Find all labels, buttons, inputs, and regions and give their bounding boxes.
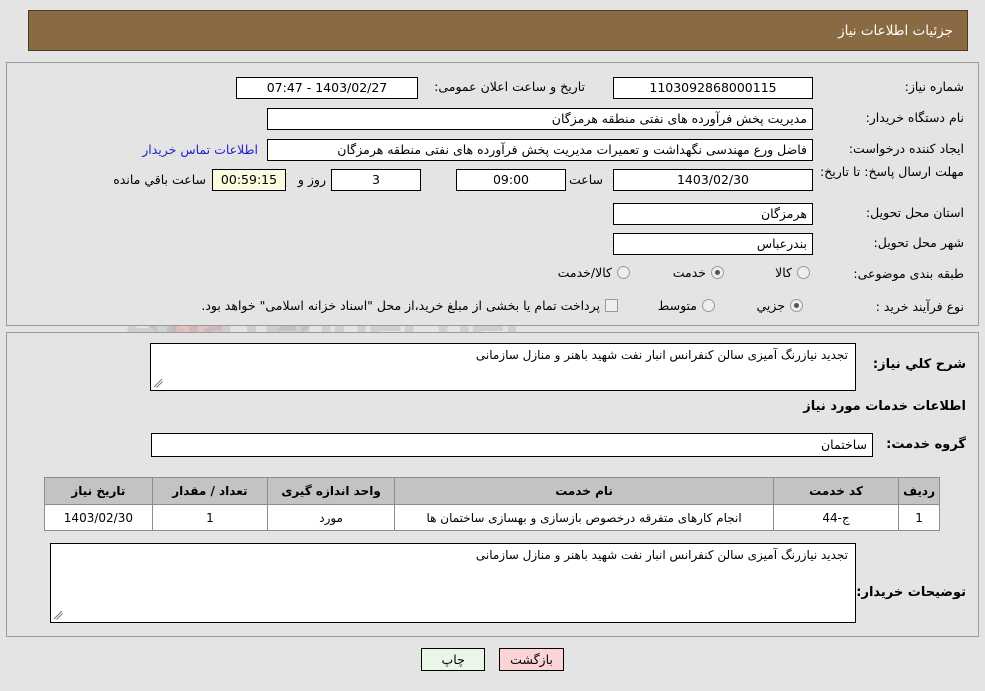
treasury-bond-checkbox-wrap[interactable]: پرداخت تمام یا بخشی از مبلغ خرید،از محل … xyxy=(201,298,618,313)
process-radio-jozee[interactable] xyxy=(790,299,803,312)
buyer-notes-textarea[interactable]: تجدید نیازرنگ آمیزی سالن کنفرانس انبار ن… xyxy=(50,543,856,623)
requester-label: ایجاد کننده درخواست: xyxy=(848,141,964,156)
service-group-value: ساختمان xyxy=(151,433,873,457)
buyer-org-row: نام دستگاه خریدار: xyxy=(866,110,964,125)
category-option-kala-khedmat[interactable]: کالا/خدمت xyxy=(558,265,630,280)
deadline-days-value: 3 xyxy=(331,169,421,191)
category-option-kala-label: کالا xyxy=(775,265,792,280)
services-table: ردیف کد خدمت نام خدمت واحد اندازه گیری ت… xyxy=(44,477,940,531)
cell-unit: مورد xyxy=(267,504,396,531)
category-radio-khedmat[interactable] xyxy=(711,266,724,279)
buyer-notes-label: توضیحات خریدار: xyxy=(856,585,966,600)
category-option-khedmat-label: خدمت xyxy=(672,265,706,280)
need-number-label: شماره نیاز: xyxy=(904,79,964,94)
process-option-jozee[interactable]: جزیي xyxy=(756,298,803,313)
category-radio-kala-khedmat[interactable] xyxy=(617,266,630,279)
city-row: شهر محل تحویل: xyxy=(874,235,964,250)
need-summary-value: تجدید نیازرنگ آمیزی سالن کنفرانس انبار ن… xyxy=(475,348,848,362)
table-row: 1 ج-44 انجام کارهای متفرقه درخصوص بازساز… xyxy=(44,504,940,531)
table-header-row: ردیف کد خدمت نام خدمت واحد اندازه گیری ت… xyxy=(44,477,940,505)
need-number-value: 1103092868000115 xyxy=(613,77,813,99)
page-title-bar: جزئیات اطلاعات نیاز xyxy=(28,10,968,51)
requester-value: فاضل ورع مهندسی نگهداشت و تعمیرات مدیریت… xyxy=(267,139,813,161)
buyer-org-label: نام دستگاه خریدار: xyxy=(865,110,964,125)
cell-date: 1403/02/30 xyxy=(44,504,153,531)
treasury-bond-checkbox[interactable] xyxy=(605,299,618,312)
buyer-org-value: مدیریت پخش فرآورده های نفتی منطقه هرمزگا… xyxy=(267,108,813,130)
resize-grip-icon-2[interactable] xyxy=(53,611,63,621)
deadline-countdown-label: ساعت باقي مانده xyxy=(113,172,206,187)
resize-grip-icon[interactable] xyxy=(153,379,163,389)
deadline-date-value: 1403/02/30 xyxy=(613,169,813,191)
print-button[interactable]: چاپ xyxy=(421,648,486,671)
col-code: کد خدمت xyxy=(772,477,900,505)
buyer-notes-value: تجدید نیازرنگ آمیزی سالن کنفرانس انبار ن… xyxy=(475,548,848,562)
process-option-motavasset[interactable]: متوسط xyxy=(658,298,715,313)
deadline-countdown-value: 00:59:15 xyxy=(212,169,286,191)
process-option-jozee-label: جزیي xyxy=(756,298,785,313)
announce-datetime-value: 1403/02/27 - 07:47 xyxy=(236,77,418,99)
deadline-days-label: روز و xyxy=(297,172,326,187)
city-value: بندرعباس xyxy=(613,233,813,255)
need-number-row: شماره نیاز: xyxy=(905,79,964,94)
process-option-motavasset-label: متوسط xyxy=(657,298,697,313)
category-radio-kala[interactable] xyxy=(797,266,810,279)
treasury-bond-label: پرداخت تمام یا بخشی از مبلغ خرید،از محل … xyxy=(201,298,600,313)
col-date: تاریخ نیاز xyxy=(44,477,153,505)
need-summary-textarea[interactable]: تجدید نیازرنگ آمیزی سالن کنفرانس انبار ن… xyxy=(150,343,856,391)
col-unit: واحد اندازه گیری xyxy=(267,477,396,505)
services-heading: اطلاعات خدمات مورد نیاز xyxy=(803,399,966,414)
page-root: جزئیات اطلاعات نیاز AriaTender.net شماره… xyxy=(0,0,985,691)
category-option-khedmat[interactable]: خدمت xyxy=(673,265,724,280)
cell-radif: 1 xyxy=(898,504,940,531)
col-qty: تعداد / مقدار xyxy=(151,477,269,505)
city-label: شهر محل تحویل: xyxy=(873,235,964,250)
deadline-time-label: ساعت xyxy=(568,172,603,187)
need-info-panel: شماره نیاز: 1103092868000115 تاریخ و ساع… xyxy=(6,62,979,326)
action-buttons: بازگشت چاپ xyxy=(0,648,985,671)
province-row: استان محل تحویل: xyxy=(866,205,964,220)
deadline-label: مهلت ارسال پاسخ: تا تاریخ: xyxy=(819,164,964,179)
page-title: جزئیات اطلاعات نیاز xyxy=(838,22,953,39)
announce-datetime-label: تاریخ و ساعت اعلان عمومی: xyxy=(434,79,585,94)
province-label: استان محل تحویل: xyxy=(865,205,964,220)
cell-name: انجام کارهای متفرقه درخصوص بازسازی و بهس… xyxy=(394,504,774,531)
back-button[interactable]: بازگشت xyxy=(499,648,564,671)
need-summary-label: شرح کلي نیاز: xyxy=(872,357,966,372)
requester-row: ایجاد کننده درخواست: xyxy=(849,141,964,156)
buyer-contact-link[interactable]: اطلاعات تماس خریدار xyxy=(142,142,258,157)
province-value: هرمزگان xyxy=(613,203,813,225)
category-label: طبقه بندی موضوعی: xyxy=(853,266,964,281)
cell-qty: 1 xyxy=(151,504,269,531)
process-radio-motavasset[interactable] xyxy=(702,299,715,312)
category-option-kala-khedmat-label: کالا/خدمت xyxy=(557,265,612,280)
cell-code: ج-44 xyxy=(772,504,900,531)
deadline-time-value: 09:00 xyxy=(456,169,566,191)
deadline-label-block: مهلت ارسال پاسخ: تا تاریخ: xyxy=(820,164,964,180)
category-option-kala[interactable]: کالا xyxy=(775,265,810,280)
service-group-label: گروه خدمت: xyxy=(886,437,966,452)
announce-datetime-row: تاریخ و ساعت اعلان عمومی: xyxy=(434,79,585,94)
col-name: نام خدمت xyxy=(394,477,774,505)
process-type-label: نوع فرآیند خرید : xyxy=(875,299,964,314)
col-radif: ردیف xyxy=(898,477,940,505)
